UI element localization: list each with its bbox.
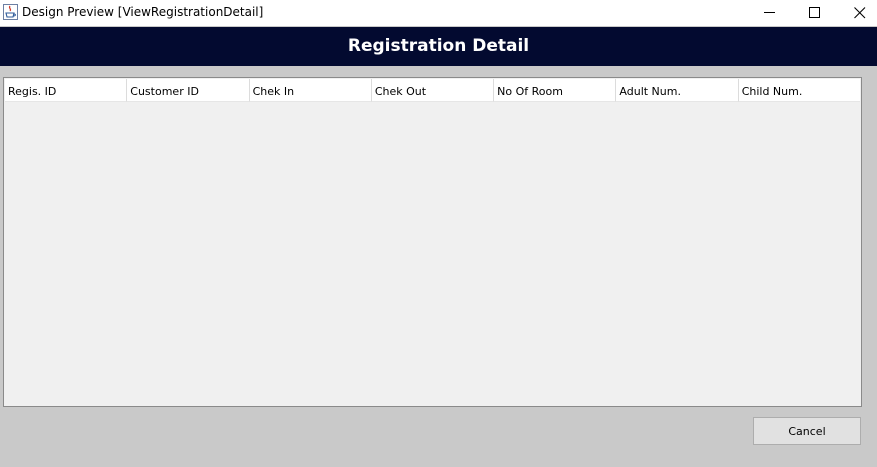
maximize-icon: [809, 7, 820, 18]
registration-table[interactable]: Regis. ID Customer ID Chek In Chek Out N…: [3, 77, 862, 407]
column-header-adult-num[interactable]: Adult Num.: [616, 79, 739, 102]
column-header-customer-id[interactable]: Customer ID: [127, 79, 250, 102]
minimize-icon: [764, 12, 775, 13]
column-header-check-out[interactable]: Chek Out: [371, 79, 495, 102]
maximize-button[interactable]: [792, 0, 838, 26]
java-coffee-cup-icon: [3, 4, 18, 20]
table-header: Regis. ID Customer ID Chek In Chek Out N…: [5, 79, 860, 102]
minimize-button[interactable]: [747, 0, 793, 26]
window-title: Design Preview [ViewRegistrationDetail]: [22, 5, 264, 19]
header-band: Registration Detail: [0, 27, 877, 66]
close-button[interactable]: [837, 0, 877, 26]
column-header-regis-id[interactable]: Regis. ID: [5, 79, 128, 102]
window-titlebar: Design Preview [ViewRegistrationDetail]: [0, 0, 877, 26]
close-icon: [854, 7, 866, 19]
cancel-button[interactable]: Cancel: [753, 417, 861, 445]
page-title: Registration Detail: [347, 36, 530, 56]
column-header-child-num[interactable]: Child Num.: [738, 79, 860, 102]
column-header-no-of-room[interactable]: No Of Room: [494, 79, 617, 102]
column-header-check-in[interactable]: Chek In: [249, 79, 372, 102]
